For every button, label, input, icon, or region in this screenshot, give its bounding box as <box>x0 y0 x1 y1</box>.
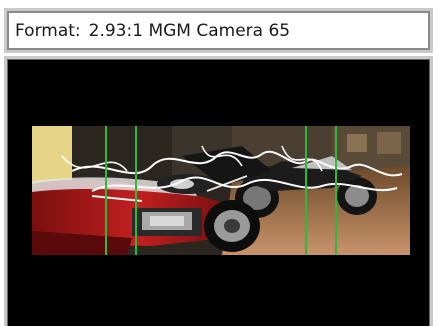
format-toolbar: Format: 2.93:1 MGM Camera 65 <box>4 8 433 53</box>
preview-canvas[interactable] <box>7 59 430 326</box>
format-label: Format: <box>15 20 81 41</box>
motorcycle-showroom-photo <box>32 126 410 255</box>
format-value: 2.93:1 MGM Camera 65 <box>88 20 291 41</box>
preview-panel <box>4 56 433 326</box>
format-display[interactable]: Format: 2.93:1 MGM Camera 65 <box>7 11 430 50</box>
